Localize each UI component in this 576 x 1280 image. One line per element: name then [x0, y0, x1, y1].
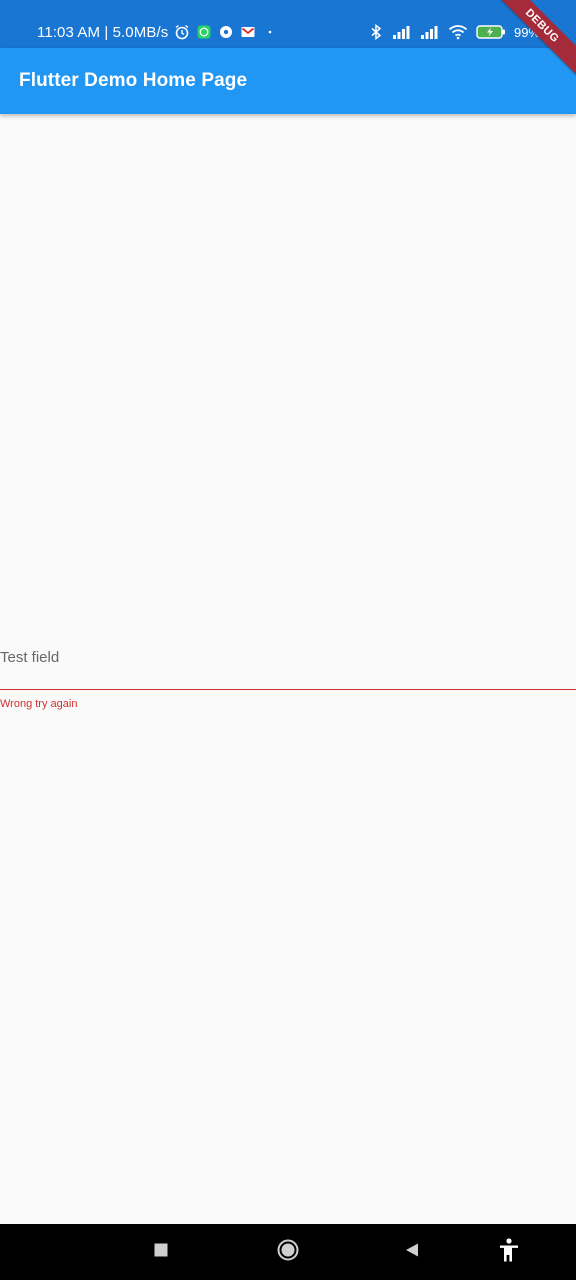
accessibility-button[interactable]	[493, 1236, 525, 1268]
circle-icon	[276, 1238, 300, 1267]
app-screen: 11:03 AM | 5.0MB/s 99% Flutter Demo Home…	[0, 0, 576, 1280]
square-icon	[153, 1242, 169, 1263]
status-left: 11:03 AM | 5.0MB/s	[37, 20, 278, 44]
signal-icon	[420, 24, 440, 40]
settings-icon	[218, 24, 234, 40]
field-label: Test field	[0, 649, 60, 666]
back-triangle-icon	[404, 1242, 420, 1263]
dot-icon	[262, 24, 278, 40]
test-field-input[interactable]: Test field	[0, 640, 576, 690]
accessibility-icon	[496, 1237, 522, 1268]
signal-icon	[392, 24, 412, 40]
battery-charging-icon	[476, 24, 506, 40]
alarm-icon	[174, 24, 190, 40]
whatsapp-icon	[196, 24, 212, 40]
page-title: Flutter Demo Home Page	[19, 70, 248, 91]
field-underline	[0, 689, 576, 690]
recents-button[interactable]	[145, 1236, 177, 1268]
home-button[interactable]	[272, 1236, 304, 1268]
app-bar: Flutter Demo Home Page	[0, 48, 576, 114]
back-button[interactable]	[396, 1236, 428, 1268]
status-right: 99%	[368, 20, 540, 44]
bluetooth-icon	[368, 24, 384, 40]
field-error-text: Wrong try again	[0, 698, 78, 710]
navigation-bar	[0, 1224, 576, 1280]
status-time: 11:03 AM | 5.0MB/s	[37, 23, 169, 41]
wifi-icon	[448, 24, 468, 40]
gmail-icon	[240, 24, 256, 40]
